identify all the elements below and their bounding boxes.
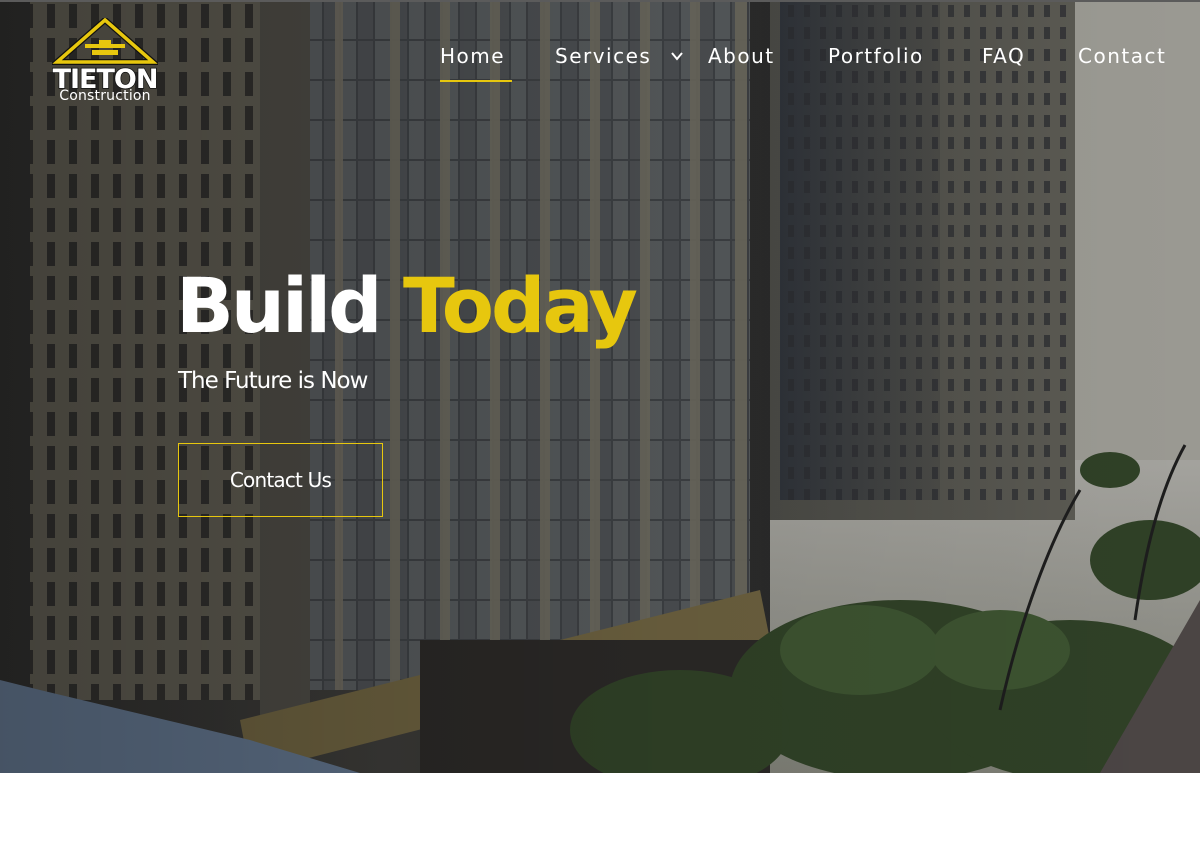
hero-headline: Build Today bbox=[176, 268, 638, 344]
chevron-down-icon bbox=[671, 52, 683, 61]
top-border bbox=[0, 0, 1200, 2]
headline-white-word: Build bbox=[176, 261, 383, 350]
nav-services-label: Services bbox=[555, 44, 652, 68]
contact-us-button[interactable]: Contact Us bbox=[178, 443, 383, 517]
hero-section: TIETON Construction Home Services About … bbox=[0, 0, 1200, 773]
main-navigation: Home Services About Portfolio FAQ Contac… bbox=[0, 44, 1200, 82]
nav-home-label: Home bbox=[440, 44, 506, 68]
nav-home[interactable]: Home bbox=[440, 44, 512, 82]
nav-services[interactable]: Services bbox=[555, 44, 683, 68]
brand-subtitle: Construction bbox=[59, 88, 151, 104]
nav-contact[interactable]: Contact bbox=[1078, 44, 1166, 68]
nav-about[interactable]: About bbox=[708, 44, 775, 68]
content-area bbox=[0, 773, 1200, 862]
nav-about-label: About bbox=[708, 44, 775, 68]
nav-active-underline bbox=[440, 80, 512, 82]
nav-faq[interactable]: FAQ bbox=[982, 44, 1025, 68]
nav-portfolio[interactable]: Portfolio bbox=[828, 44, 924, 68]
nav-portfolio-label: Portfolio bbox=[828, 44, 924, 68]
hero-subheadline: The Future is Now bbox=[178, 368, 368, 394]
headline-accent-word: Today bbox=[403, 261, 638, 350]
nav-faq-label: FAQ bbox=[982, 44, 1026, 68]
nav-contact-label: Contact bbox=[1078, 44, 1167, 68]
